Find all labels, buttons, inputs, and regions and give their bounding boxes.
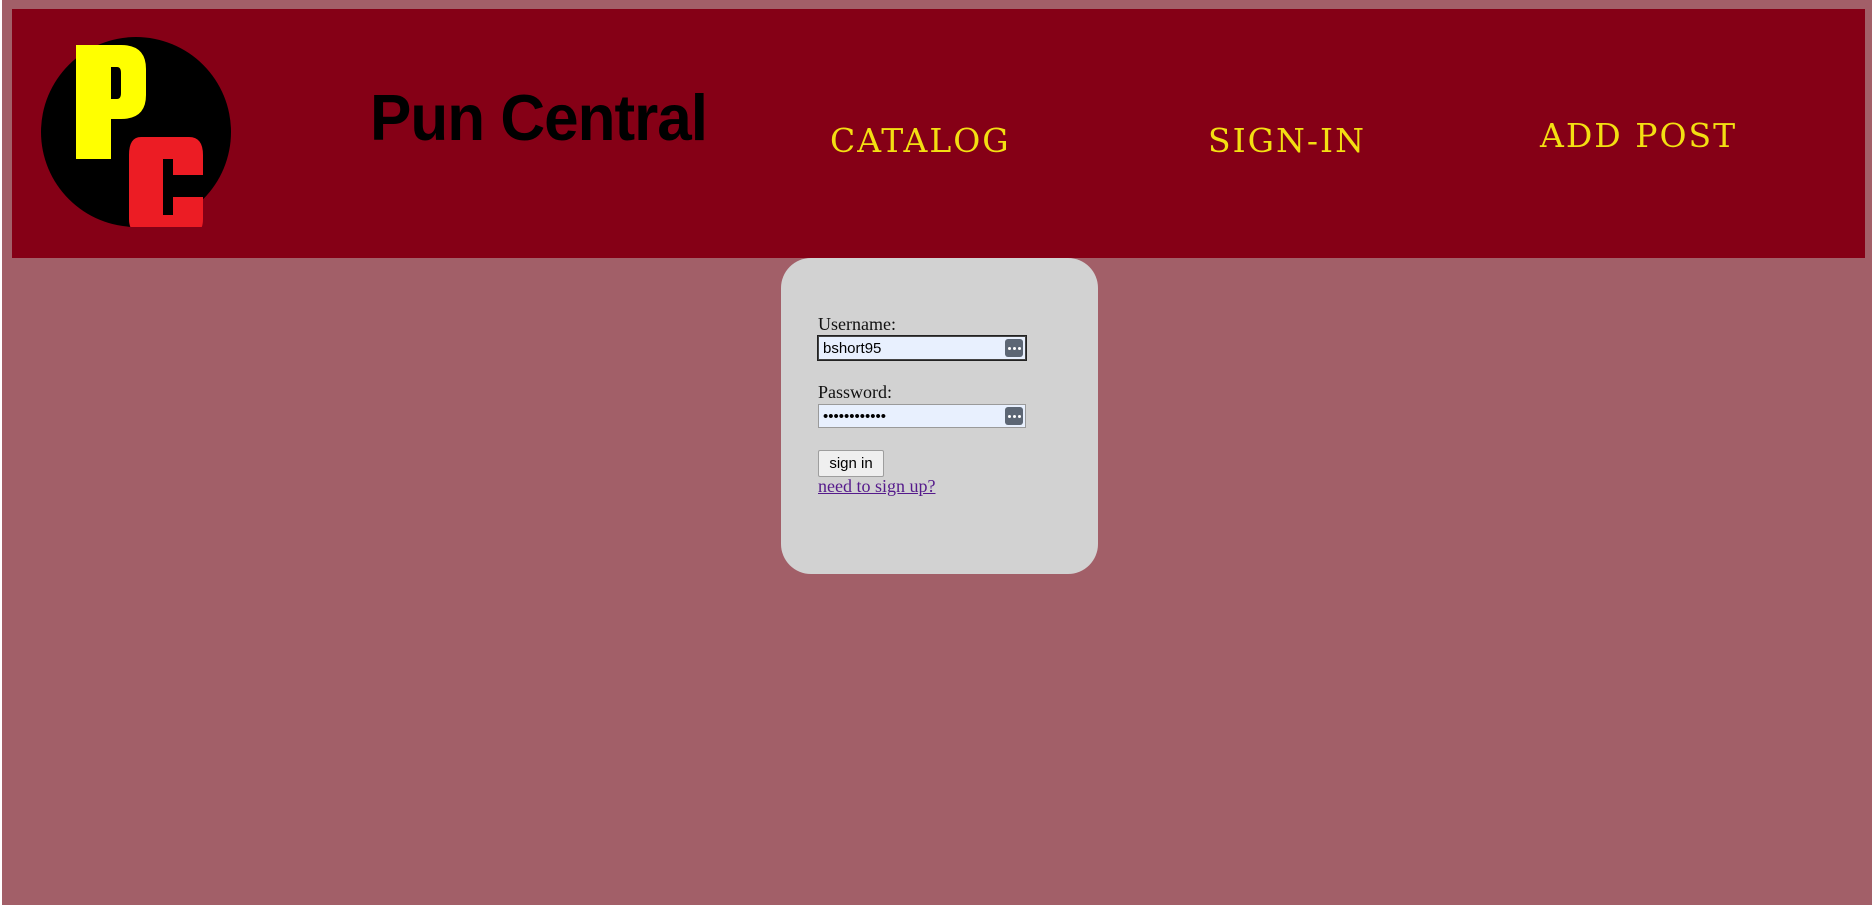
page-background: Pun Central Catalog Sign-In Add Post Use… [2,0,1872,905]
sign-up-link[interactable]: need to sign up? [818,476,935,497]
site-header: Pun Central Catalog Sign-In Add Post [12,9,1865,258]
password-manager-icon[interactable] [1005,407,1023,425]
username-label: Username: [818,314,896,334]
username-input[interactable] [819,337,1003,359]
password-label: Password: [818,382,893,402]
password-field[interactable] [818,404,1026,428]
password-manager-icon[interactable] [1005,339,1023,357]
username-field[interactable] [817,335,1027,361]
sign-in-button[interactable]: sign in [818,450,884,477]
nav-sign-in[interactable]: Sign-In [1208,121,1366,160]
password-input[interactable] [819,405,1003,427]
nav-catalog[interactable]: Catalog [830,121,1011,160]
site-title: Pun Central [370,82,708,155]
pun-central-logo[interactable] [41,37,231,227]
nav-add-post[interactable]: Add Post [1540,116,1737,155]
signin-card: Username: Password: sign in need to sign… [781,258,1098,574]
